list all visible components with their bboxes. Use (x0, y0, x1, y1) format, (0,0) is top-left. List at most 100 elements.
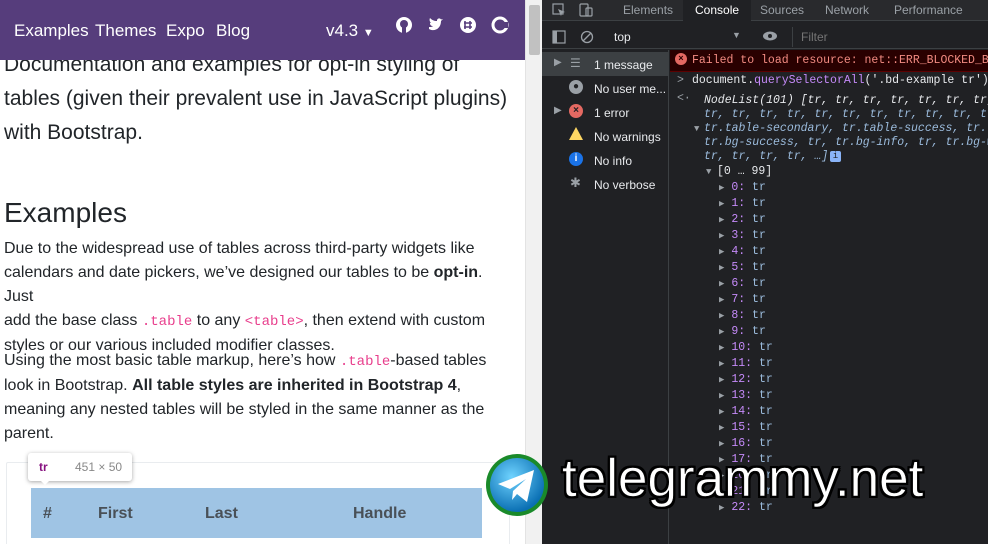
tab-console[interactable]: Console (683, 0, 752, 21)
sidebar-item-errors[interactable]: ▶ × 1 error (542, 100, 669, 124)
nodelist-item[interactable]: ▶ 7: tr (719, 293, 766, 306)
expand-triangle-icon[interactable]: ▶ (719, 311, 724, 321)
nodelist-item[interactable]: ▶ 5: tr (719, 261, 766, 274)
nodelist-item[interactable]: ▶ 14: tr (719, 405, 773, 418)
tab-network[interactable]: Network (825, 3, 869, 17)
nodelist-item[interactable]: ▶ 6: tr (719, 277, 766, 290)
item-colon: : (745, 373, 753, 386)
clear-console-icon[interactable] (580, 30, 594, 47)
nodelist-item[interactable]: ▶ 2: tr (719, 213, 766, 226)
item-colon: : (738, 213, 746, 226)
item-colon: : (738, 261, 746, 274)
nav-examples-link[interactable]: Examples (14, 21, 89, 41)
item-value: tr (752, 293, 766, 306)
eye-icon[interactable] (762, 29, 778, 46)
item-index: 15 (731, 421, 746, 434)
nodelist-item[interactable]: ▶ 10: tr (719, 341, 773, 354)
sidebar-toggle-icon[interactable] (552, 30, 566, 47)
expand-triangle-icon[interactable]: ▶ (719, 391, 724, 401)
item-value: tr (752, 245, 766, 258)
item-index: 11 (731, 357, 746, 370)
bug-icon: ✱ (570, 175, 581, 190)
expand-triangle-icon[interactable]: ▶ (719, 407, 724, 417)
nav-blog-link[interactable]: Blog (216, 21, 250, 41)
watermark: telegrammy.net (484, 449, 988, 522)
item-value: tr (758, 341, 773, 354)
tab-performance[interactable]: Performance (894, 3, 963, 17)
github-icon[interactable] (395, 16, 413, 34)
expand-triangle-icon[interactable]: ▶ (719, 423, 724, 433)
expand-triangle-icon[interactable]: ▼ (694, 124, 699, 134)
item-colon: : (738, 325, 746, 338)
inline-code: .table (339, 354, 391, 370)
expand-triangle-icon[interactable]: ▶ (719, 279, 724, 289)
page-scrollbar-thumb[interactable] (529, 5, 540, 55)
expand-triangle-icon[interactable]: ▶ (719, 183, 724, 193)
expand-triangle-icon[interactable]: ▶ (719, 263, 724, 273)
expand-triangle-icon[interactable]: ▼ (706, 167, 711, 177)
item-value: tr (752, 229, 766, 242)
text-span: look in Bootstrap. (4, 377, 133, 394)
context-caret-icon[interactable]: ▼ (732, 30, 741, 40)
text-line: calendars and date pickers, we’ve design… (4, 261, 514, 309)
expand-triangle-icon[interactable]: ▶ (719, 215, 724, 225)
tab-sources[interactable]: Sources (760, 3, 804, 17)
device-toolbar-icon[interactable] (579, 3, 593, 20)
nodelist-summary-line: tr, tr, tr, tr, …] (704, 150, 829, 163)
expand-triangle-icon[interactable]: ▶ (719, 359, 724, 369)
expand-triangle-icon[interactable]: ▶ (719, 199, 724, 209)
text-line: Due to the widespread use of tables acro… (4, 240, 475, 257)
item-value: tr (758, 357, 773, 370)
slack-icon[interactable] (459, 16, 477, 34)
expand-triangle-icon[interactable]: ▶ (719, 295, 724, 305)
inline-code: <table> (244, 314, 304, 330)
nav-themes-link[interactable]: Themes (95, 21, 156, 41)
version-dropdown[interactable]: v4.3 ▼ (326, 21, 374, 41)
inspect-element-icon[interactable] (552, 3, 566, 20)
nodelist-summary[interactable]: NodeList(101) [tr, tr, tr, tr, tr, tr, t… (704, 94, 988, 107)
sidebar-item-info[interactable]: i No info (542, 148, 669, 172)
twitter-icon[interactable] (427, 16, 445, 34)
expand-triangle-icon[interactable]: ▶ (719, 231, 724, 241)
sidebar-item-label: No user me... (594, 82, 667, 96)
nav-expo-link[interactable]: Expo (166, 21, 205, 41)
table-header-row[interactable]: # First Last Handle (31, 488, 482, 538)
expand-triangle-icon[interactable]: ▶ (719, 343, 724, 353)
tab-elements[interactable]: Elements (623, 3, 673, 17)
nodelist-item[interactable]: ▶ 4: tr (719, 245, 766, 258)
nodelist-item[interactable]: ▶ 8: tr (719, 309, 766, 322)
sidebar-item-verbose[interactable]: ✱ No verbose (542, 172, 669, 196)
item-colon: : (738, 197, 746, 210)
table-header-cell: Last (205, 505, 238, 522)
prompt-chevron-icon: > (677, 74, 684, 87)
sidebar-item-warnings[interactable]: No warnings (542, 124, 669, 148)
text-span: add the base class (4, 312, 142, 329)
nodelist-item[interactable]: ▶ 12: tr (719, 373, 773, 386)
expand-arrow-icon[interactable]: ▶ (554, 57, 562, 68)
version-label: v4.3 (326, 21, 359, 40)
sidebar-item-label: 1 error (594, 106, 630, 120)
expand-triangle-icon[interactable]: ▶ (719, 375, 724, 385)
console-command: document.querySelectorAll('.bd-example t… (692, 74, 988, 87)
nodelist-item[interactable]: ▶ 11: tr (719, 357, 773, 370)
nodelist-item[interactable]: ▶ 13: tr (719, 389, 773, 402)
item-value: tr (752, 325, 766, 338)
opencollective-icon[interactable] (491, 16, 509, 34)
nodelist-item[interactable]: ▶ 9: tr (719, 325, 766, 338)
sidebar-item-messages[interactable]: ▶ ☰ 1 message (542, 52, 669, 76)
nodelist-item[interactable]: ▶ 3: tr (719, 229, 766, 242)
expand-triangle-icon[interactable]: ▶ (719, 327, 724, 337)
range-group[interactable]: [0 … 99] (717, 165, 772, 178)
context-selector[interactable]: top (614, 30, 631, 44)
expand-triangle-icon[interactable]: ▶ (719, 247, 724, 257)
sidebar-item-label: 1 message (594, 58, 653, 72)
nodelist-item[interactable]: ▶ 1: tr (719, 197, 766, 210)
sidebar-item-user-messages[interactable]: ● No user me... (542, 76, 669, 100)
nodelist-item[interactable]: ▶ 0: tr (719, 181, 766, 194)
info-badge-icon[interactable]: i (830, 151, 841, 162)
console-filter-input[interactable] (792, 27, 982, 47)
nodelist-item[interactable]: ▶ 15: tr (719, 421, 773, 434)
expand-arrow-icon[interactable]: ▶ (554, 105, 562, 116)
text-span: querySelectorAll (754, 74, 865, 87)
error-icon: × (675, 53, 687, 65)
